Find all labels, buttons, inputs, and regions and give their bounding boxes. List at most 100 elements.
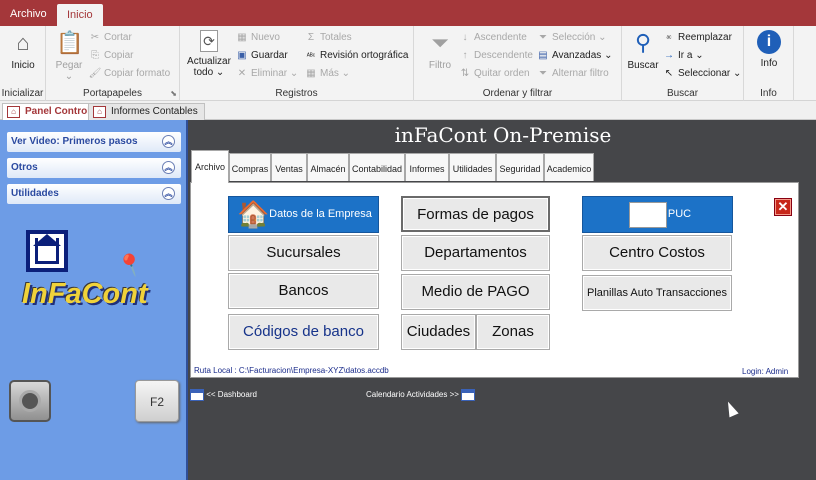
clear-sort-icon: ⇅	[460, 68, 470, 79]
quitar-orden-button[interactable]: ⇅ Quitar orden	[458, 66, 530, 82]
eliminar-button[interactable]: ✕ Eliminar ⌄	[235, 66, 299, 82]
home-icon: ⌂	[16, 30, 30, 55]
delete-icon: ✕	[237, 68, 247, 79]
nuevo-button[interactable]: ▦ Nuevo	[235, 30, 280, 46]
tab-archivo[interactable]: Archivo	[0, 0, 57, 26]
centro-costos-button[interactable]: Centro Costos	[582, 235, 732, 271]
selection-filter-icon: ⏷	[539, 32, 547, 43]
f2-key-button[interactable]: F2	[135, 380, 179, 422]
ciudades-button[interactable]: Ciudades	[401, 314, 476, 350]
tab-contabilidad[interactable]: Contabilidad	[349, 153, 405, 181]
document-icon	[629, 202, 667, 228]
revision-button[interactable]: ᴬᴮᶜ Revisión ortográfica	[304, 48, 409, 64]
login-label: Login: Admin	[742, 367, 789, 376]
descendente-button[interactable]: ↑ Descendente	[458, 48, 533, 64]
sort-asc-icon: ↓	[462, 32, 468, 43]
group-ordenar: ⏷ Filtro ↓ Ascendente ↑ Descendente ⇅ Quita…	[414, 26, 622, 101]
collapse-icon[interactable]: ︽	[162, 187, 175, 200]
reemplazar-button[interactable]: ᵃᶜ Reemplazar	[662, 30, 731, 46]
toggle-filter-icon: ⏷	[539, 68, 547, 79]
title-bar: Archivo Inicio	[0, 0, 816, 26]
pegar-button[interactable]: 📋 Pegar ⌄	[52, 30, 86, 82]
departamentos-button[interactable]: Departamentos	[401, 235, 550, 271]
cursor-select-icon: ↖	[664, 68, 674, 79]
refresh-icon: ⟳	[200, 30, 218, 52]
filtro-button[interactable]: ⏷ Filtro	[426, 30, 454, 71]
doc-tab-panel-control[interactable]: ⌂ Panel Control	[2, 103, 98, 120]
group-buscar: ⚲ Buscar ᵃᶜ Reemplazar → Ir a ⌄ ↖ Seleccion…	[622, 26, 744, 101]
mouse-cursor-icon	[723, 399, 739, 418]
grid-icon: ▦	[306, 68, 316, 79]
zonas-button[interactable]: Zonas	[476, 314, 550, 350]
copiar-formato-button[interactable]: 🖌 Copiar formato	[88, 66, 171, 82]
dashboard-link[interactable]: << Dashboard	[190, 389, 257, 401]
cortar-button[interactable]: ✂ Cortar	[88, 30, 132, 46]
scissors-icon: ✂	[90, 32, 100, 43]
seleccionar-button[interactable]: ↖ Seleccionar ⌄	[662, 66, 742, 82]
tab-utilidades[interactable]: Utilidades	[449, 153, 496, 181]
replace-icon: ᵃᶜ	[666, 35, 672, 42]
safe-icon[interactable]	[9, 380, 51, 422]
logo-house-icon	[26, 230, 68, 272]
search-icon: ⚲	[634, 30, 652, 55]
tab-informes[interactable]: Informes	[405, 153, 449, 181]
doc-tab-informes-contables[interactable]: ⌂ Informes Contables	[88, 103, 205, 120]
close-icon[interactable]: ✕	[774, 198, 792, 216]
info-button[interactable]: i Info	[752, 30, 786, 69]
advanced-filter-icon: ▤	[538, 50, 548, 61]
bancos-button[interactable]: Bancos	[228, 273, 379, 309]
form-icon: ⌂	[93, 106, 106, 118]
tab-seguridad[interactable]: Seguridad	[496, 153, 544, 181]
funnel-icon: ⏷	[431, 30, 449, 55]
copiar-button[interactable]: ⎘ Copiar	[88, 48, 133, 64]
tab-inicio[interactable]: Inicio	[57, 4, 103, 26]
save-icon: ▣	[237, 50, 247, 61]
ascendente-button[interactable]: ↓ Ascendente	[458, 30, 527, 46]
spelling-icon: ᴬᴮᶜ	[306, 53, 316, 60]
sucursales-button[interactable]: Sucursales	[228, 235, 379, 271]
avanzadas-button[interactable]: ▤ Avanzadas ⌄	[536, 48, 612, 64]
calendar-icon	[190, 389, 204, 401]
calendar-icon	[461, 389, 476, 401]
page-title: inFaCont On-Premise	[394, 123, 612, 147]
sidebar-item-video[interactable]: Ver Video: Primeros pasos ︽	[7, 132, 181, 152]
puc-button[interactable]: PUC	[582, 196, 733, 233]
medio-pago-button[interactable]: Medio de PAGO	[401, 274, 550, 310]
totales-button[interactable]: Σ Totales	[304, 30, 352, 46]
clipboard-icon: 📋	[56, 30, 84, 55]
guardar-button[interactable]: ▣ Guardar	[235, 48, 287, 64]
collapse-icon[interactable]: ︽	[162, 161, 175, 174]
ruta-local: Ruta Local : C:\Facturacion\Empresa-XYZ\…	[194, 366, 389, 375]
codigos-banco-button[interactable]: Códigos de banco	[228, 314, 379, 350]
copy-icon: ⎘	[91, 50, 99, 61]
arrow-right-icon: →	[664, 50, 674, 61]
calendario-link[interactable]: Calendario Actividades >>	[366, 389, 476, 401]
collapse-icon[interactable]: ︽	[162, 135, 175, 148]
tab-compras[interactable]: Compras	[229, 153, 271, 181]
tab-ventas[interactable]: Ventas	[271, 153, 307, 181]
tab-almacen[interactable]: Almacén	[307, 153, 349, 181]
sidebar: Ver Video: Primeros pasos ︽ Otros ︽ Util…	[0, 120, 188, 480]
ribbon: ⌂ Inicio Inicializar 📋 Pegar ⌄ ✂ Cortar ⎘…	[0, 26, 816, 101]
buscar-button[interactable]: ⚲ Buscar	[626, 30, 660, 71]
sidebar-item-utilidades[interactable]: Utilidades ︽	[7, 184, 181, 204]
sigma-icon: Σ	[307, 32, 315, 43]
actualizar-todo-button[interactable]: ⟳ Actualizar todo ⌄	[186, 30, 232, 78]
group-portapapeles: 📋 Pegar ⌄ ✂ Cortar ⎘ Copiar 🖌 Copiar format…	[46, 26, 180, 101]
tab-archivo-panel[interactable]: Archivo	[191, 150, 229, 183]
mas-button[interactable]: ▦ Más ⌄	[304, 66, 350, 82]
inicio-button[interactable]: ⌂ Inicio	[6, 30, 40, 71]
datos-empresa-button[interactable]: 🏠 Datos de la Empresa	[228, 196, 379, 233]
tab-academico[interactable]: Academico	[544, 153, 594, 181]
sidebar-item-otros[interactable]: Otros ︽	[7, 158, 181, 178]
ir-a-button[interactable]: → Ir a ⌄	[662, 48, 704, 64]
logo-text: InFaCont	[22, 278, 148, 310]
alternar-filtro-button[interactable]: ⏷ Alternar filtro	[536, 66, 609, 82]
formas-pagos-button[interactable]: Formas de pagos	[401, 196, 550, 232]
document-tabs: ⌂ Panel Control ⌂ Informes Contables	[0, 101, 816, 120]
planillas-button[interactable]: Planillas Auto Transacciones	[582, 275, 732, 311]
seleccion-button[interactable]: ⏷ Selección ⌄	[536, 30, 607, 46]
sort-desc-icon: ↑	[462, 50, 468, 61]
new-record-icon: ▦	[237, 32, 247, 43]
house-icon: 🏠	[237, 199, 270, 229]
